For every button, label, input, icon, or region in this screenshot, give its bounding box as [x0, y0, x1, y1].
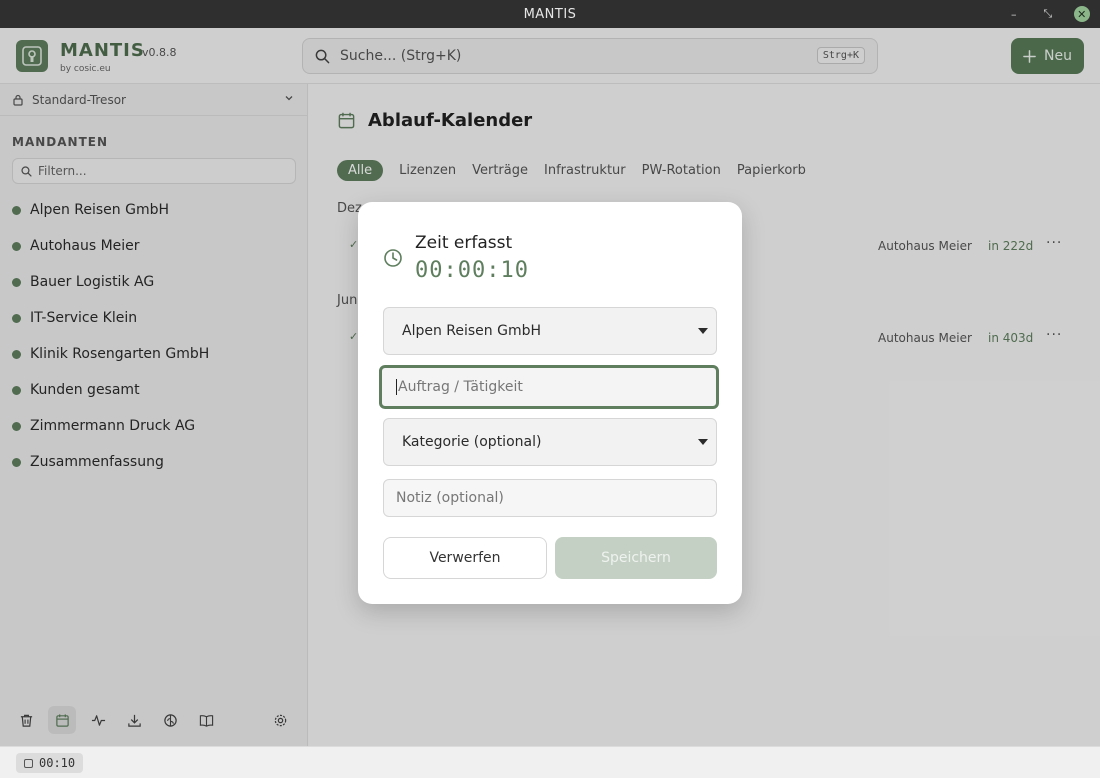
- dialog-title: Zeit erfasst: [415, 233, 513, 253]
- task-input[interactable]: Auftrag / Tätigkeit: [379, 365, 719, 409]
- note-placeholder: Notiz (optional): [396, 490, 504, 506]
- stop-icon: [24, 758, 33, 768]
- window-title: MANTIS: [523, 6, 577, 22]
- task-placeholder: Auftrag / Tätigkeit: [398, 379, 523, 395]
- text-cursor: [396, 379, 397, 395]
- dropdown-caret-icon: [698, 439, 708, 445]
- category-select[interactable]: Kategorie (optional): [383, 418, 717, 466]
- restore-icon[interactable]: ⤡: [1040, 6, 1056, 22]
- note-input[interactable]: Notiz (optional): [383, 479, 717, 517]
- status-bar: 00:10: [0, 746, 1100, 778]
- discard-button[interactable]: Verwerfen: [383, 537, 547, 579]
- dropdown-caret-icon: [698, 328, 708, 334]
- client-select[interactable]: Alpen Reisen GmbH: [383, 307, 717, 355]
- dialog-timer: 00:00:10: [415, 258, 529, 283]
- minimize-icon[interactable]: –: [1006, 6, 1022, 22]
- save-button[interactable]: Speichern: [555, 537, 717, 579]
- close-icon[interactable]: ✕: [1074, 6, 1090, 22]
- status-timer[interactable]: 00:10: [16, 753, 84, 773]
- window-titlebar: MANTIS – ⤡ ✕: [0, 0, 1100, 28]
- window-controls: – ⤡ ✕: [1006, 0, 1090, 28]
- client-select-value: Alpen Reisen GmbH: [402, 323, 542, 339]
- category-select-value: Kategorie (optional): [402, 434, 542, 450]
- time-entry-dialog: Zeit erfasst 00:00:10 Alpen Reisen GmbH …: [358, 202, 742, 604]
- clock-icon: [384, 249, 402, 267]
- status-timer-value: 00:10: [39, 756, 76, 770]
